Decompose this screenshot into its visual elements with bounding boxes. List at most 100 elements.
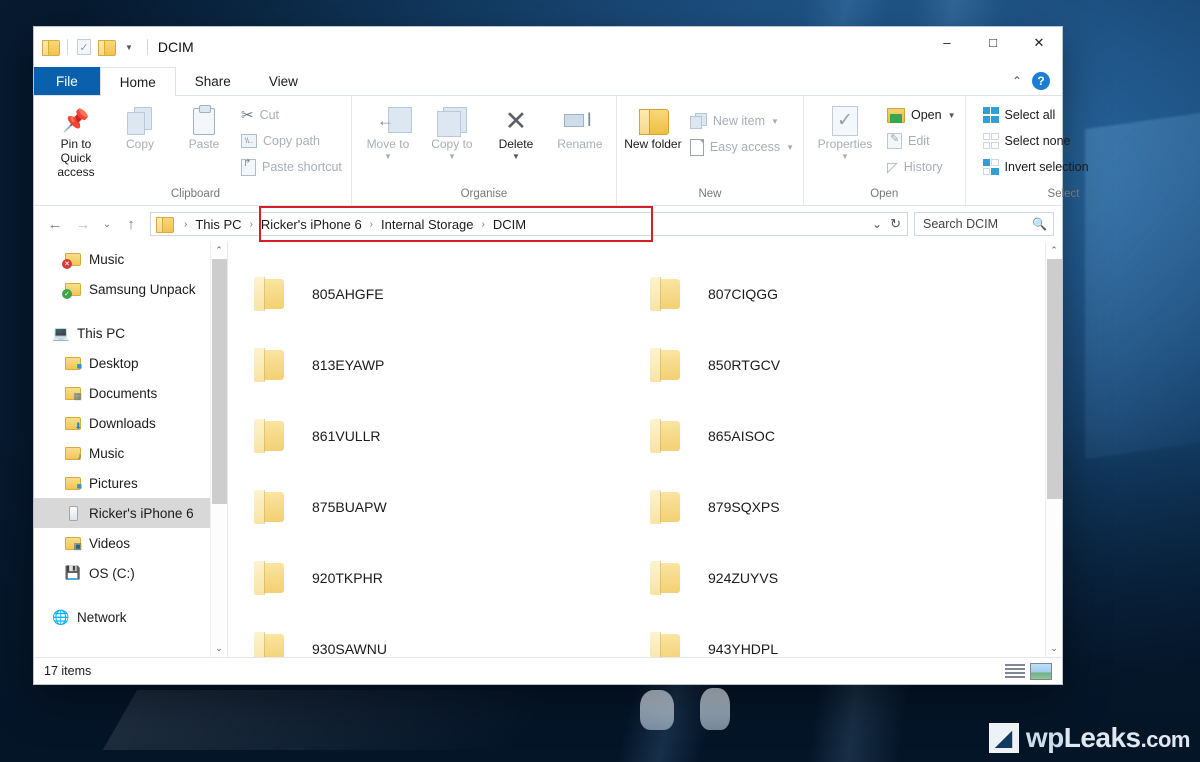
sidebar-item-label: Music: [89, 446, 124, 461]
select-all-button[interactable]: Select all: [979, 102, 1093, 128]
edit-icon: [887, 133, 902, 149]
ribbon-group-clipboard: 📌 Pin to Quick access Copy Paste ✂ Cut: [40, 96, 352, 205]
breadcrumb-separator: ›: [364, 219, 379, 230]
breadcrumb-item-internal-storage[interactable]: Internal Storage: [379, 217, 476, 232]
edit-button[interactable]: Edit: [883, 128, 960, 154]
help-icon[interactable]: ?: [1032, 72, 1050, 90]
new-folder-button[interactable]: New folder: [622, 100, 684, 156]
easy-access-button[interactable]: Easy access ▼: [686, 134, 798, 160]
chevron-down-icon[interactable]: ▼: [384, 152, 392, 161]
select-all-icon: [983, 107, 999, 123]
scroll-down-icon[interactable]: ⌄: [1046, 640, 1063, 657]
scrollbar-thumb[interactable]: [1047, 259, 1062, 499]
tab-share[interactable]: Share: [176, 67, 250, 95]
invert-selection-button[interactable]: Invert selection: [979, 154, 1093, 180]
select-none-button[interactable]: Select none: [979, 128, 1093, 154]
breadcrumb-item-dcim[interactable]: DCIM: [491, 217, 528, 232]
list-item[interactable]: 861VULLR: [250, 400, 646, 471]
paste-button[interactable]: Paste: [173, 100, 235, 156]
tab-home[interactable]: Home: [100, 67, 176, 96]
search-icon[interactable]: 🔍: [1032, 217, 1047, 231]
scroll-down-icon[interactable]: ⌄: [211, 640, 228, 657]
minimize-button[interactable]: –: [924, 27, 970, 58]
list-item[interactable]: 875BUAPW: [250, 471, 646, 542]
breadcrumb: This PC › Ricker's iPhone 6 › Internal S…: [193, 217, 528, 232]
close-button[interactable]: ✕: [1016, 27, 1062, 58]
scrollbar-track[interactable]: [211, 259, 228, 640]
new-folder-icon: [639, 104, 667, 138]
breadcrumb-item-this-pc[interactable]: This PC: [193, 217, 243, 232]
history-button[interactable]: ◸ History: [883, 154, 960, 180]
chevron-up-icon[interactable]: ⌃: [1012, 74, 1022, 88]
sidebar-item-music-quick[interactable]: ✕ Music: [34, 244, 227, 274]
copy-to-button[interactable]: Copy to ▼: [421, 100, 483, 165]
chevron-down-icon[interactable]: ▼: [512, 152, 520, 161]
properties-button[interactable]: ✓ Properties ▼: [809, 100, 881, 165]
list-item[interactable]: 850RTGCV: [646, 329, 1042, 400]
scrollbar-thumb[interactable]: [212, 259, 227, 504]
move-to-button[interactable]: Move to ▼: [357, 100, 419, 165]
file-list-scrollbar[interactable]: ⌃ ⌄: [1045, 242, 1062, 657]
chevron-down-icon[interactable]: ▼: [448, 152, 456, 161]
search-box[interactable]: Search DCIM 🔍: [914, 212, 1054, 236]
back-button[interactable]: ←: [42, 211, 68, 237]
pin-to-quick-access-button[interactable]: 📌 Pin to Quick access: [45, 100, 107, 183]
new-item-button[interactable]: New item ▼: [686, 108, 798, 134]
sidebar-item-music[interactable]: ♪ Music: [34, 438, 227, 468]
chevron-down-icon[interactable]: ▼: [786, 143, 794, 152]
sidebar-item-videos[interactable]: ▣ Videos: [34, 528, 227, 558]
tab-view[interactable]: View: [250, 67, 317, 95]
paste-shortcut-icon: [241, 159, 256, 176]
scroll-up-icon[interactable]: ⌃: [211, 242, 228, 259]
sidebar-item-this-pc[interactable]: 💻 This PC: [34, 318, 227, 348]
paste-shortcut-button[interactable]: Paste shortcut: [237, 154, 346, 180]
sidebar-item-rickers-iphone-6[interactable]: Ricker's iPhone 6: [34, 498, 227, 528]
sidebar-item-network[interactable]: 🌐 Network: [34, 602, 227, 632]
list-item[interactable]: 813EYAWP: [250, 329, 646, 400]
recent-locations-button[interactable]: ⌄: [98, 211, 116, 237]
list-item[interactable]: 807CIQGG: [646, 258, 1042, 329]
file-list-pane[interactable]: 805AHGFE 807CIQGG 813EYAWP 850RTGCV 861V…: [228, 242, 1062, 657]
sidebar-item-desktop[interactable]: ■ Desktop: [34, 348, 227, 378]
open-button[interactable]: Open ▼: [883, 102, 960, 128]
chevron-down-icon[interactable]: ⌄: [872, 217, 882, 231]
sidebar-item-samsung-unpack[interactable]: ✓ Samsung Unpack: [34, 274, 227, 304]
breadcrumb-item-iphone[interactable]: Ricker's iPhone 6: [259, 217, 364, 232]
copy-path-button[interactable]: \\.. Copy path: [237, 128, 346, 154]
chevron-down-icon[interactable]: ▼: [948, 111, 956, 120]
up-button[interactable]: ↑: [118, 211, 144, 237]
cut-button[interactable]: ✂ Cut: [237, 102, 346, 128]
chevron-down-icon[interactable]: ▼: [121, 43, 137, 52]
new-folder-icon[interactable]: [98, 40, 114, 54]
search-input[interactable]: Search DCIM: [923, 217, 998, 231]
copy-button[interactable]: Copy: [109, 100, 171, 156]
scroll-up-icon[interactable]: ⌃: [1046, 242, 1063, 259]
sidebar-item-os-c[interactable]: 💾 OS (C:): [34, 558, 227, 588]
chevron-down-icon[interactable]: ▼: [771, 117, 779, 126]
chevron-down-icon[interactable]: ▼: [841, 152, 849, 161]
list-item[interactable]: 920TKPHR: [250, 542, 646, 613]
list-item[interactable]: 865AISOC: [646, 400, 1042, 471]
maximize-button[interactable]: □: [970, 27, 1016, 58]
properties-icon[interactable]: ✓: [77, 39, 91, 55]
refresh-icon[interactable]: ↻: [890, 216, 901, 232]
list-item[interactable]: 879SQXPS: [646, 471, 1042, 542]
forward-button[interactable]: →: [70, 211, 96, 237]
tab-file[interactable]: File: [34, 67, 100, 95]
address-bar[interactable]: › This PC › Ricker's iPhone 6 › Internal…: [150, 212, 908, 236]
list-item[interactable]: 943YHDPL: [646, 613, 1042, 657]
sidebar-item-documents[interactable]: ▦ Documents: [34, 378, 227, 408]
delete-button[interactable]: ✕ Delete ▼: [485, 100, 547, 165]
sidebar-item-downloads[interactable]: ⬇ Downloads: [34, 408, 227, 438]
folder-icon: [650, 490, 680, 524]
large-icons-view-icon[interactable]: [1030, 663, 1052, 680]
navigation-pane-scrollbar[interactable]: ⌃ ⌄: [210, 242, 227, 657]
details-view-icon[interactable]: [1005, 664, 1025, 679]
list-item[interactable]: 924ZUYVS: [646, 542, 1042, 613]
sidebar-item-pictures[interactable]: ■ Pictures: [34, 468, 227, 498]
list-item[interactable]: 930SAWNU: [250, 613, 646, 657]
folder-icon[interactable]: [42, 40, 58, 54]
rename-button[interactable]: Rename: [549, 100, 611, 156]
scrollbar-track[interactable]: [1046, 259, 1063, 640]
list-item[interactable]: 805AHGFE: [250, 258, 646, 329]
